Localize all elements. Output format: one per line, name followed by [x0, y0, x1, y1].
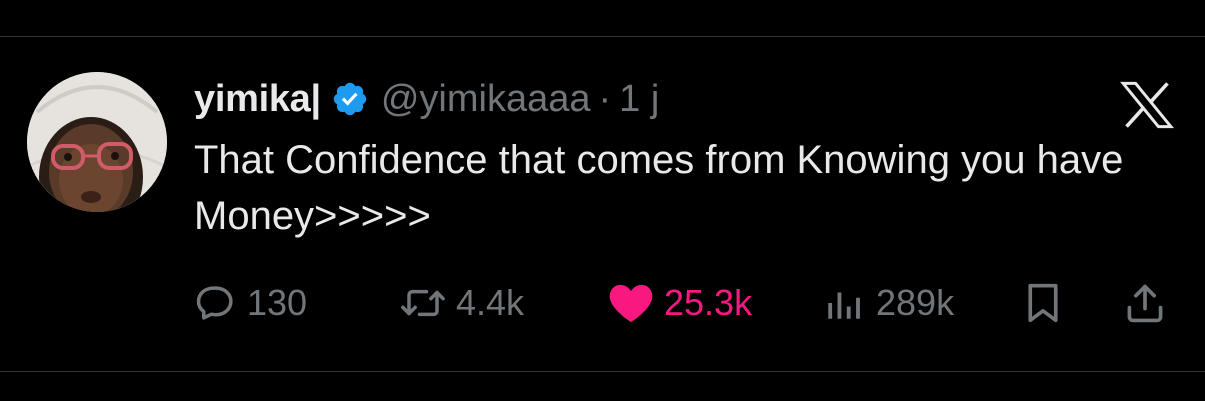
views-icon: [822, 282, 866, 324]
share-button[interactable]: [1123, 280, 1177, 326]
views-button[interactable]: 289k: [822, 280, 954, 326]
author-display-name[interactable]: yimika|: [194, 78, 321, 121]
bottom-divider: [0, 371, 1205, 372]
like-button[interactable]: 25.3k: [608, 280, 752, 326]
heart-icon: [608, 282, 654, 324]
tweet-actions-bar: 130 4.4k 25.3k 289k: [195, 280, 1180, 326]
view-count: 289k: [876, 282, 955, 323]
author-handle[interactable]: @yimikaaaa: [381, 78, 591, 121]
separator-dot: ·: [598, 77, 612, 120]
verified-badge-icon[interactable]: [331, 80, 369, 118]
retweet-icon: [400, 282, 446, 324]
tweet-text: That Confidence that comes from Knowing …: [194, 138, 1124, 238]
retweet-button[interactable]: 4.4k: [400, 280, 524, 326]
reply-icon: [195, 282, 237, 324]
bookmark-button[interactable]: [1023, 280, 1073, 326]
bookmark-icon: [1023, 281, 1063, 325]
like-count: 25.3k: [664, 282, 753, 323]
avatar-image: [27, 72, 167, 212]
reply-count: 130: [247, 282, 308, 323]
top-divider: [0, 36, 1205, 37]
avatar[interactable]: [27, 72, 167, 212]
tweet-header: yimika| @yimikaaaa · 1 j: [194, 70, 1134, 128]
retweet-count: 4.4k: [456, 282, 525, 323]
tweet-timestamp[interactable]: 1 j: [619, 78, 659, 121]
tweet-content: yimika| @yimikaaaa · 1 j That Confidence…: [194, 70, 1134, 244]
x-logo-icon[interactable]: [1119, 80, 1175, 130]
share-icon: [1123, 281, 1167, 325]
reply-button[interactable]: 130: [195, 280, 307, 326]
